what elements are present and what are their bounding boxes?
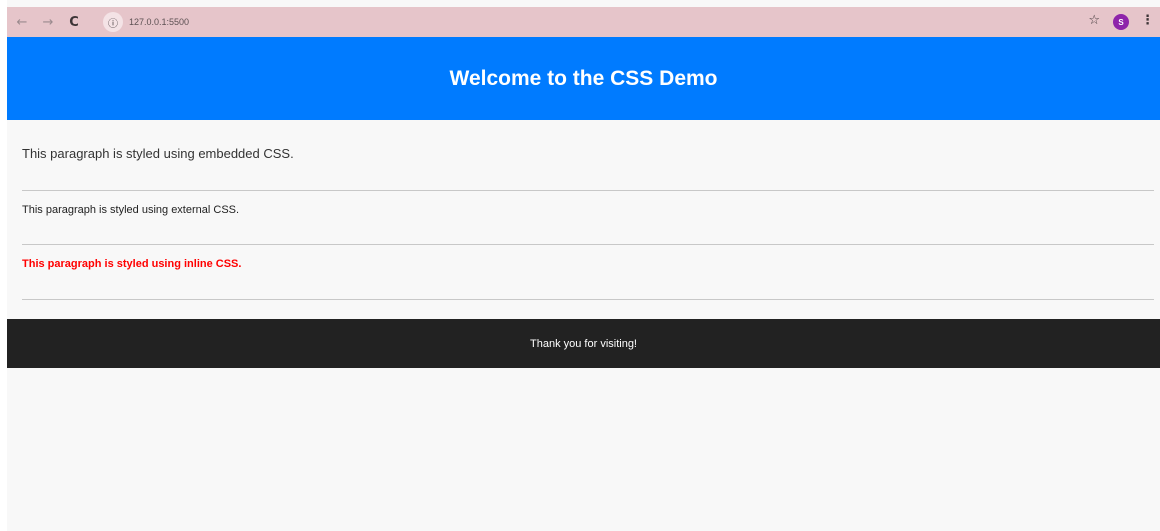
embedded-css-paragraph: This paragraph is styled using embedded … — [22, 146, 294, 161]
footer-text: Thank you for visiting! — [530, 337, 637, 350]
page-header: Welcome to the CSS Demo — [7, 37, 1160, 120]
external-css-section: This paragraph is styled using external … — [22, 191, 1154, 245]
page-footer: Thank you for visiting! — [7, 319, 1160, 368]
bookmark-star-icon[interactable]: ☆ — [1088, 13, 1100, 28]
inline-css-paragraph: This paragraph is styled using inline CS… — [22, 258, 242, 270]
forward-arrow-icon[interactable]: → — [37, 11, 59, 33]
reload-icon[interactable]: C — [63, 11, 85, 33]
kebab-menu-icon[interactable]: ⋮ — [1141, 13, 1154, 28]
embedded-css-section: This paragraph is styled using embedded … — [22, 120, 1154, 191]
page-title: Welcome to the CSS Demo — [449, 66, 718, 90]
browser-toolbar: ← → C ⓘ 127.0.0.1:5500 ☆ S ⋮ — [7, 7, 1160, 37]
profile-avatar[interactable]: S — [1113, 14, 1129, 30]
site-info-icon[interactable]: ⓘ — [103, 12, 123, 32]
back-arrow-icon[interactable]: ← — [11, 11, 33, 33]
address-bar[interactable]: ⓘ 127.0.0.1:5500 — [99, 11, 1099, 33]
url-text[interactable]: 127.0.0.1:5500 — [129, 17, 189, 27]
inline-css-section: This paragraph is styled using inline CS… — [22, 245, 1154, 300]
external-css-paragraph: This paragraph is styled using external … — [22, 204, 240, 216]
